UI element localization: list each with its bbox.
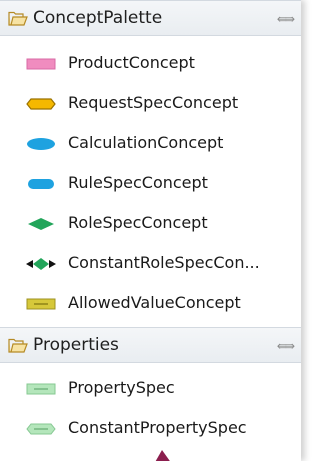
palette-item-label: CalculationConcept — [68, 133, 224, 152]
palette-item-label: PropertySpec — [68, 378, 175, 397]
palette-item-constant-role-spec-concept[interactable]: ConstantRoleSpecCon... — [0, 243, 301, 283]
palette-item-rule-spec-concept[interactable]: RuleSpecConcept — [0, 163, 301, 203]
palette-item-label: ProductConcept — [68, 53, 195, 72]
palette-item-label: AllowedValueConcept — [68, 293, 241, 312]
properties-header[interactable]: Properties ⇚⇛ — [0, 327, 301, 363]
blue-rounded-rect-icon — [28, 179, 54, 189]
palette-item-product-concept[interactable]: ProductConcept — [0, 43, 301, 83]
properties-title: Properties — [33, 335, 119, 355]
light-green-hexagon-icon — [26, 423, 56, 435]
palette-item-label: RequestSpecConcept — [68, 93, 239, 112]
orange-hexagon-icon — [26, 98, 56, 110]
light-green-rectangle-icon — [26, 383, 56, 395]
green-diamond-arrows-icon — [26, 258, 56, 270]
folder-open-icon — [8, 338, 28, 353]
palette-item-label: ConstantPropertySpec — [68, 418, 247, 437]
mouse-cursor-icon — [155, 450, 170, 461]
blue-ellipse-icon — [27, 138, 55, 150]
palette-item-role-spec-concept[interactable]: RoleSpecConcept — [0, 203, 301, 243]
palette-item-allowed-value-concept[interactable]: AllowedValueConcept — [0, 283, 301, 323]
olive-rectangle-icon — [26, 298, 56, 310]
concept-palette-title: ConceptPalette — [33, 8, 163, 28]
palette-panel: ConceptPalette ⇚⇛ ProductConcept Request… — [0, 0, 301, 461]
green-diamond-icon — [28, 218, 54, 230]
palette-item-request-spec-concept[interactable]: RequestSpecConcept — [0, 83, 301, 123]
palette-item-label: RoleSpecConcept — [68, 213, 208, 232]
palette-item-label: RuleSpecConcept — [68, 173, 208, 192]
pink-rectangle-icon — [26, 58, 56, 70]
palette-item-label: ConstantRoleSpecCon... — [68, 253, 260, 272]
concept-palette-header[interactable]: ConceptPalette ⇚⇛ — [0, 0, 301, 36]
palette-item-calculation-concept[interactable]: CalculationConcept — [0, 123, 301, 163]
palette-item-property-spec[interactable]: PropertySpec — [0, 368, 301, 408]
folder-open-icon — [8, 11, 28, 26]
collapse-arrows-icon[interactable]: ⇚⇛ — [277, 12, 295, 26]
collapse-arrows-icon[interactable]: ⇚⇛ — [277, 339, 295, 353]
palette-item-constant-property-spec[interactable]: ConstantPropertySpec — [0, 408, 301, 448]
